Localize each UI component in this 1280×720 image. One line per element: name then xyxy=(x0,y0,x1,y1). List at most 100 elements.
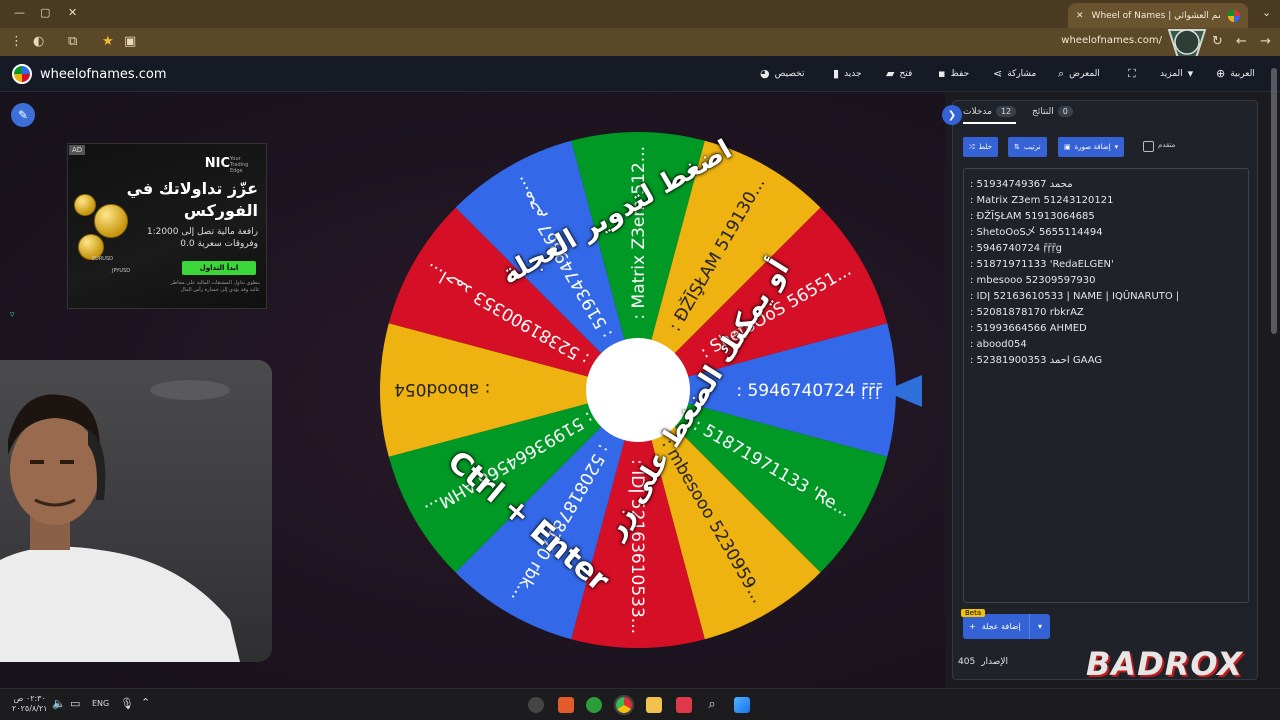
collapse-panel-icon[interactable]: ❯ xyxy=(942,105,962,125)
refresh-icon[interactable]: ↻ xyxy=(1212,34,1223,49)
person-image xyxy=(0,380,240,662)
menu-gallery-label: المعرض xyxy=(1069,69,1100,79)
folder-icon: ▰ xyxy=(886,67,895,80)
page-scrollbar[interactable] xyxy=(1271,68,1277,334)
menu-language[interactable]: ⊕ العربية xyxy=(1216,67,1255,80)
menu-save[interactable]: ▪ حفظ xyxy=(938,67,969,80)
ad-pair-2: JPYUSD xyxy=(112,268,131,274)
tab-results[interactable]: النتائج 0 xyxy=(1032,106,1073,117)
wheel-segment-label: : 5946740724 ṝṝṝ xyxy=(736,381,882,401)
browser-tab-active[interactable]: ✕ Wheel of Names | سم العشوائي xyxy=(1068,3,1248,28)
menu-language-label: العربية xyxy=(1230,68,1255,79)
edit-pencil-icon[interactable]: ✎ xyxy=(11,103,35,127)
ad-body-2: وفروقات سعرية 0.0 xyxy=(180,239,258,249)
clock[interactable]: ٠٢:٣٠ ص ٢٠٢٥/٨/٢١ xyxy=(12,694,47,714)
advanced-checkbox[interactable] xyxy=(1143,141,1154,152)
brand[interactable]: wheelofnames.com xyxy=(12,64,167,84)
entry-line: : abood054 xyxy=(970,339,1027,350)
chevron-down-icon: ▾ xyxy=(1114,143,1119,151)
url-field[interactable]: wheelofnames.com/ xyxy=(1061,35,1162,46)
add-wheel-main[interactable]: + إضافة عجلة xyxy=(963,614,1030,639)
volume-icon[interactable]: 🔈 xyxy=(52,697,66,710)
maximize-icon[interactable]: ▢ xyxy=(40,6,50,19)
ad-body: رافعة مالية تصل إلى 1:2000 وفروقات سعرية… xyxy=(147,226,258,250)
site-info-icon[interactable]: ▣ xyxy=(124,34,136,49)
ad-headline-1: عزّز تداولاتك في xyxy=(126,179,258,198)
ad-coins-image: EURUSD JPYUSD xyxy=(72,194,132,274)
ad-brand-sub: Your Trading Edge xyxy=(230,156,249,174)
network-icon[interactable]: ▭ xyxy=(70,697,80,710)
ad-choices-icon[interactable]: ▿ xyxy=(10,310,15,320)
media-app-icon[interactable] xyxy=(676,697,692,713)
results-count-badge: 0 xyxy=(1057,106,1073,117)
entry-line: : 51934749367 محمد xyxy=(970,179,1073,190)
advanced-label: متقدم xyxy=(1158,141,1176,149)
brave-icon[interactable] xyxy=(558,697,574,713)
version-label: الإصدار xyxy=(981,657,1009,667)
entry-line: : Matrix Z3em 51243120121 xyxy=(970,195,1114,206)
back-icon[interactable]: → xyxy=(1260,34,1271,49)
reload-extension-icon[interactable]: ⧉ xyxy=(68,34,77,49)
fullscreen-button[interactable]: ⛶ xyxy=(1128,67,1136,81)
tab-entries-label: مدخلات xyxy=(963,106,992,117)
shuffle-icon: ⤮ xyxy=(969,142,975,151)
microphone-icon[interactable]: 🎙 xyxy=(120,697,134,710)
advertisement[interactable]: AD NIC Your Trading Edge عزّز تداولاتك ف… xyxy=(67,143,267,309)
share-icon: ⋖ xyxy=(993,67,1003,80)
coin-icon xyxy=(74,194,96,216)
bookmark-star-icon[interactable]: ★ xyxy=(102,34,114,49)
file-explorer-icon[interactable] xyxy=(646,697,662,713)
brand-logo-icon xyxy=(12,64,32,84)
tab-title: Wheel of Names | سم العشوائي xyxy=(1091,10,1220,21)
language-indicator[interactable]: ENG xyxy=(92,699,109,708)
sort-icon: ⇅ xyxy=(1014,143,1020,151)
menu-share[interactable]: ⋖ مشاركة xyxy=(993,67,1036,80)
browser-addressbar: ⋮ ◐ ⧉ ★ ▣ wheelofnames.com/ ↻ ← → xyxy=(0,28,1280,56)
minimize-icon[interactable]: — xyxy=(14,6,25,19)
entry-line: : 51993664566 AHMED xyxy=(970,323,1087,334)
menu-customize[interactable]: ◕ تخصيص xyxy=(760,67,804,80)
beta-badge: Beta xyxy=(961,609,986,617)
windows-start-icon[interactable] xyxy=(734,697,750,713)
sort-label: ترتيب xyxy=(1023,143,1041,151)
menu-gallery[interactable]: ⌕ المعرض xyxy=(1058,67,1100,81)
menu-new[interactable]: ▮ جديد xyxy=(833,67,862,80)
menu-open[interactable]: ▰ فتح xyxy=(886,67,912,80)
new-file-icon: ▮ xyxy=(833,67,840,80)
chrome-icon[interactable] xyxy=(614,695,634,715)
clock-date: ٢٠٢٥/٨/٢١ xyxy=(12,704,48,713)
tray-expand-icon[interactable]: ⌃ xyxy=(141,696,150,709)
xbox-icon[interactable] xyxy=(586,697,602,713)
brand-name: wheelofnames.com xyxy=(40,66,167,82)
fullscreen-icon: ⛶ xyxy=(1128,67,1136,80)
menu-more[interactable]: المزيد ▾ xyxy=(1160,67,1193,80)
browser-menu-icon[interactable]: ⋮ xyxy=(10,34,23,49)
wheel-segment-label: : abood054 xyxy=(394,379,490,399)
entry-line: : ShetoOoS乄 5655114494 xyxy=(970,227,1103,238)
add-image-button[interactable]: ▣ إضافة صورة ▾ xyxy=(1058,137,1125,157)
ad-cta-button[interactable]: ابدأ التداول xyxy=(182,261,256,275)
obs-icon[interactable] xyxy=(528,697,544,713)
search-icon: ⌕ xyxy=(1058,67,1065,80)
entry-line: : 52381900353 احمد GAAG xyxy=(970,355,1103,366)
shuffle-button[interactable]: ⤮ خلط xyxy=(963,137,998,157)
close-window-icon[interactable]: ✕ xyxy=(68,6,77,19)
add-wheel-button[interactable]: + إضافة عجلة ▾ xyxy=(963,614,1050,639)
menu-customize-label: تخصيص xyxy=(774,68,805,79)
version-info: 405 الإصدار xyxy=(958,657,1008,667)
os-taskbar: ٠٢:٣٠ ص ٢٠٢٥/٨/٢١ 🔈 ▭ ENG 🎙 ⌃ ⌕ xyxy=(0,688,1280,720)
tab-list-icon[interactable]: ⌄ xyxy=(1262,6,1271,19)
extension-icon[interactable]: ◐ xyxy=(33,34,44,49)
entry-line: : IDǀ 52163610533 | NAME | IQŪNARUTO | xyxy=(970,291,1180,302)
search-icon[interactable]: ⌕ xyxy=(704,697,720,713)
app-header: wheelofnames.com ◕ تخصيص ▮ جديد ▰ فتح ▪ … xyxy=(0,56,1280,92)
entries-textarea[interactable]: : 51934749367 محمد : Matrix Z3em 5124312… xyxy=(963,168,1249,603)
close-tab-icon[interactable]: ✕ xyxy=(1076,11,1084,21)
ad-body-1: رافعة مالية تصل إلى 1:2000 xyxy=(146,227,258,237)
forward-icon[interactable]: ← xyxy=(1236,34,1247,49)
entry-line: : ĐŽĪŞŁAM 51913064685 xyxy=(970,211,1095,222)
tab-entries[interactable]: مدخلات 12 xyxy=(963,106,1017,124)
sort-button[interactable]: ⇅ ترتيب xyxy=(1008,137,1047,157)
chevron-down-icon[interactable]: ▾ xyxy=(1030,622,1050,631)
ad-brand: NIC xyxy=(204,156,230,171)
